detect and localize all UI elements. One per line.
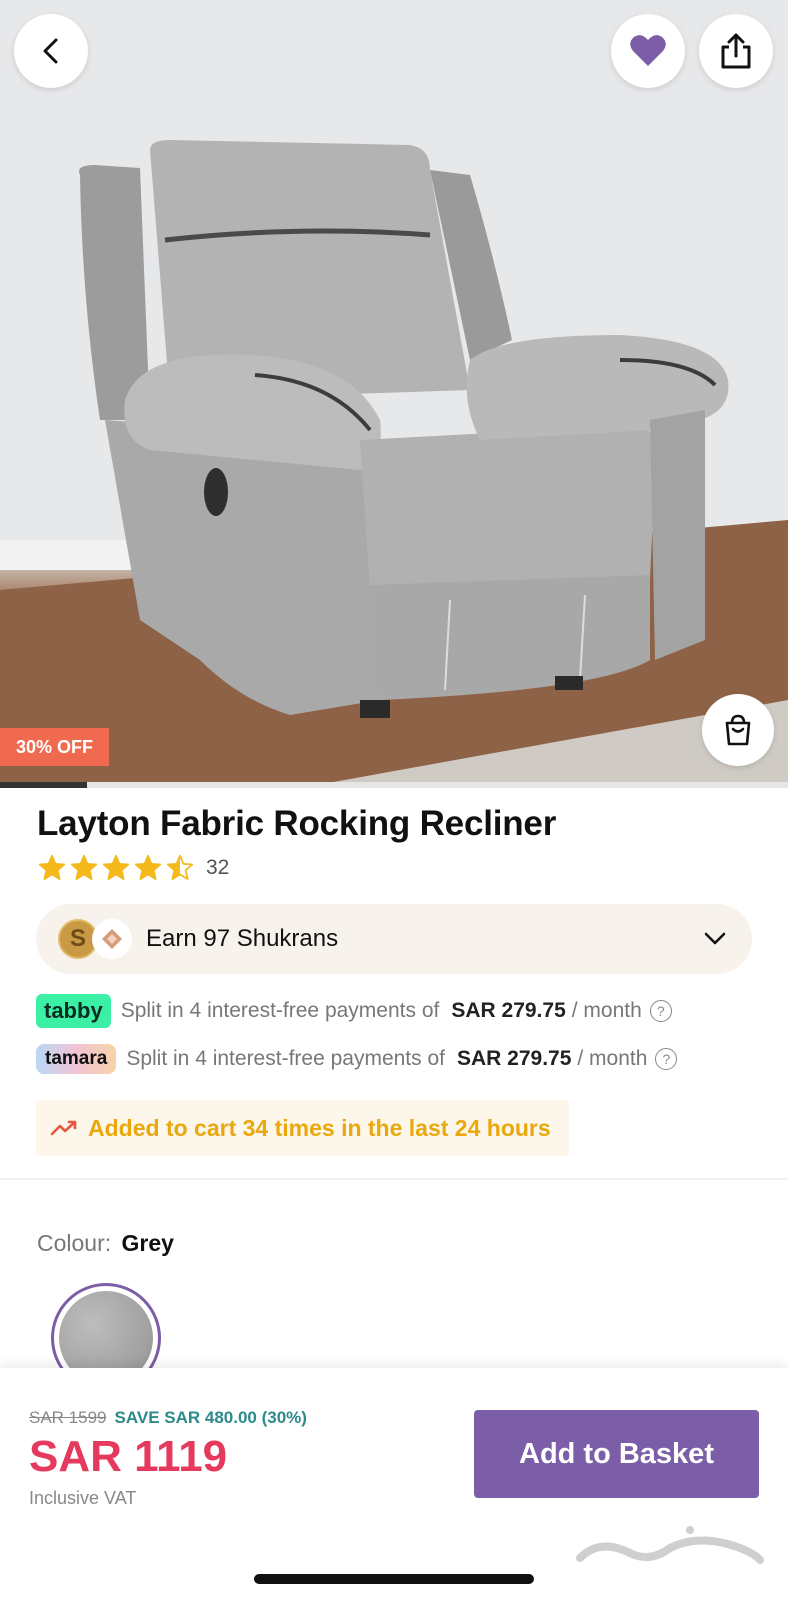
tamara-installment-row[interactable]: tamara Split in 4 interest-free payments… bbox=[36, 1044, 678, 1074]
shukran-rewards-banner[interactable]: S Earn 97 Shukrans bbox=[36, 904, 752, 974]
price-comparison: SAR 1599 SAVE SAR 480.00 (30%) bbox=[29, 1408, 307, 1428]
help-icon[interactable]: ? bbox=[655, 1048, 678, 1070]
back-button[interactable] bbox=[14, 14, 88, 88]
trending-up-icon bbox=[50, 1120, 77, 1136]
review-count: 32 bbox=[206, 856, 230, 879]
star-full-icon bbox=[38, 854, 66, 880]
original-price: SAR 1599 bbox=[29, 1408, 107, 1427]
chevron-left-icon bbox=[43, 38, 58, 64]
installment-period: / month bbox=[577, 1047, 648, 1070]
purchase-bar: SAR 1599 SAVE SAR 480.00 (30%) SAR 1119 … bbox=[0, 1368, 788, 1600]
gallery-progress-fill bbox=[0, 782, 87, 788]
gallery-progress-track bbox=[0, 782, 788, 788]
installment-amount: SAR 279.75 bbox=[451, 999, 566, 1022]
share-button[interactable] bbox=[699, 14, 773, 88]
installment-period: / month bbox=[571, 999, 642, 1022]
product-rating[interactable]: 32 bbox=[38, 854, 229, 882]
add-to-basket-button[interactable]: Add to Basket bbox=[474, 1410, 759, 1498]
product-title: Layton Fabric Rocking Recliner bbox=[37, 804, 557, 843]
favorite-button[interactable] bbox=[611, 14, 685, 88]
colour-label: Colour: bbox=[37, 1230, 112, 1256]
chevron-down-icon bbox=[704, 932, 726, 945]
tamara-logo: tamara bbox=[36, 1044, 117, 1074]
installment-text: Split in 4 interest-free payments of bbox=[120, 999, 440, 1022]
star-half-icon bbox=[166, 854, 194, 880]
tabby-logo: tabby bbox=[36, 994, 111, 1028]
star-full-icon bbox=[102, 854, 130, 880]
haraj-watermark-logo bbox=[576, 1526, 764, 1564]
savings-text: SAVE SAR 480.00 (30%) bbox=[114, 1408, 307, 1427]
colour-value: Grey bbox=[121, 1230, 174, 1256]
shopping-bag-icon bbox=[725, 714, 751, 746]
star-rating bbox=[38, 854, 194, 882]
tabby-installment-row[interactable]: tabby Split in 4 interest-free payments … bbox=[36, 994, 672, 1028]
current-price: SAR 1119 bbox=[29, 1432, 228, 1481]
star-full-icon bbox=[70, 854, 98, 880]
help-icon[interactable]: ? bbox=[649, 1000, 672, 1022]
heart-icon bbox=[630, 35, 666, 66]
product-image-gallery[interactable]: 30% OFF bbox=[0, 0, 788, 788]
installment-amount: SAR 279.75 bbox=[456, 1047, 572, 1070]
star-full-icon bbox=[134, 854, 162, 880]
colour-selector-label: Colour: Grey bbox=[37, 1230, 174, 1257]
discount-badge: 30% OFF bbox=[0, 728, 110, 766]
home-indicator[interactable] bbox=[254, 1574, 534, 1584]
cart-activity-text: Added to cart 34 times in the last 24 ho… bbox=[88, 1114, 551, 1141]
quick-add-cart-button[interactable] bbox=[702, 694, 774, 766]
shukran-text: Earn 97 Shukrans bbox=[146, 925, 339, 952]
section-divider bbox=[0, 1178, 788, 1180]
vat-note: Inclusive VAT bbox=[29, 1488, 137, 1508]
product-photo-recliner bbox=[0, 0, 788, 788]
installment-text: Split in 4 interest-free payments of bbox=[126, 1047, 445, 1070]
cart-activity-banner: Added to cart 34 times in the last 24 ho… bbox=[36, 1100, 569, 1156]
diamond-icon bbox=[92, 919, 132, 959]
share-icon bbox=[721, 33, 751, 69]
